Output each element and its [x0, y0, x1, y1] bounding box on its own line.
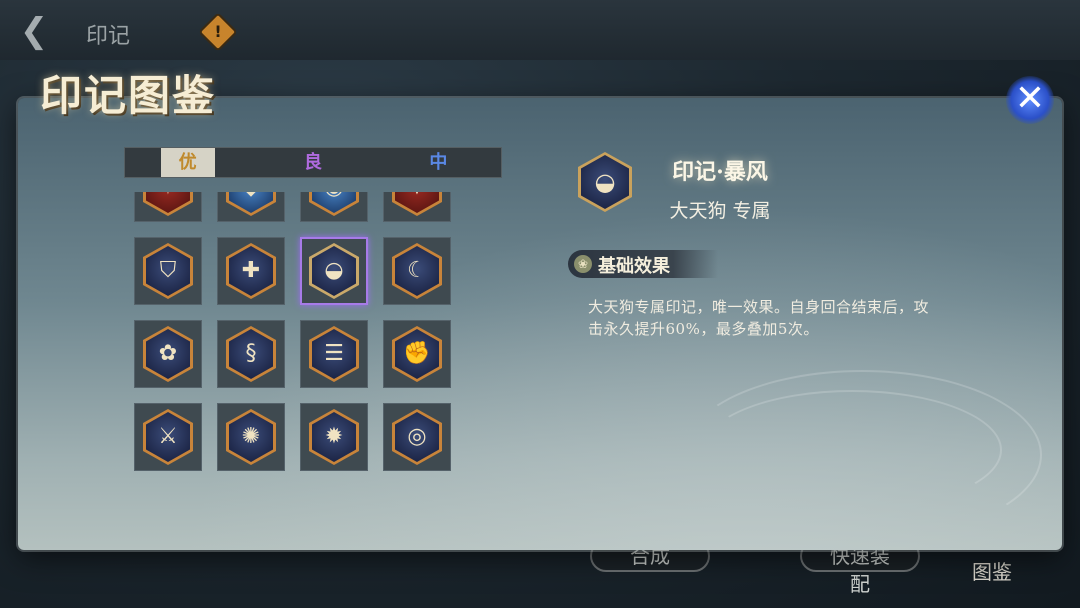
back-arrow-icon[interactable]: ❮ [10, 12, 58, 52]
mark-cell[interactable]: ✶ [134, 192, 202, 222]
mark-cell[interactable]: ✸ [383, 192, 451, 222]
mark-owner: 大天狗 专属 [669, 200, 771, 222]
warning-glyph: ! [214, 22, 222, 41]
detail-icon-glyph: ◒ [581, 155, 629, 209]
mark-cell[interactable]: ⛉ [134, 237, 202, 305]
leaf-emblem-icon: ❀ [574, 255, 592, 273]
tab-liang-label: 良 [303, 152, 322, 173]
tab-you-label: 优 [160, 148, 215, 177]
mark-glyph: ✹ [312, 412, 356, 462]
close-icon[interactable]: ✕ [1006, 76, 1054, 124]
rarity-tabs: 优 良 中 [124, 147, 502, 178]
mark-cell[interactable]: ◎ [383, 403, 451, 471]
mark-name: 印记·暴风 [672, 159, 768, 185]
mark-cell[interactable]: § [217, 320, 285, 388]
water-orb-icon: ◉ [309, 192, 359, 216]
mark-glyph: ◉ [312, 192, 356, 213]
mark-cell[interactable]: ✹ [300, 403, 368, 471]
codex-button[interactable]: 图鉴 [972, 556, 1012, 585]
scroll-talisman-icon: ☰ [309, 326, 359, 382]
mark-glyph: ⚔ [146, 412, 190, 462]
mark-cell[interactable]: ☾ [383, 237, 451, 305]
mark-glyph: ◒ [312, 246, 356, 296]
mark-grid[interactable]: ✶ ◆ ◉ ✸ ⛉ ✚ ◒ ☾ ✿ § ☰ ✊ ⚔ ✺ ✹ ◎ [134, 192, 474, 482]
crescent-blade-icon: ☾ [392, 243, 442, 299]
modal-title: 印记图鉴 [40, 71, 217, 120]
section-header-basic-effect: ❀ 基础效果 [568, 250, 718, 278]
mark-glyph: ◎ [395, 412, 439, 462]
fan-storm-icon: ◒ [309, 243, 359, 299]
mark-glyph: ☾ [395, 246, 439, 296]
tab-zhong-label: 中 [429, 152, 448, 173]
decorative-swirl [702, 390, 1002, 510]
mark-glyph: ✿ [146, 329, 190, 379]
tab-liang[interactable]: 良 [250, 148, 375, 177]
mark-cell[interactable]: ✺ [217, 403, 285, 471]
mark-glyph: ◆ [229, 192, 273, 213]
flower-icon: ✿ [143, 326, 193, 382]
mark-cell[interactable]: ◒ [300, 237, 368, 305]
mark-glyph: § [229, 329, 273, 379]
effect-description: 大天狗专属印记，唯一效果。自身回合结束后，攻击永久提升60%，最多叠加5次。 [588, 298, 930, 338]
mark-glyph: ✚ [229, 246, 273, 296]
heart-heal-icon: ✚ [226, 243, 276, 299]
eye-orb-icon: ◎ [392, 409, 442, 465]
mark-cell[interactable]: ✚ [217, 237, 285, 305]
splash-icon: ✺ [226, 409, 276, 465]
mark-cell[interactable]: ✊ [383, 320, 451, 388]
mark-glyph: ✸ [395, 192, 439, 213]
tab-you[interactable]: 优 [125, 148, 250, 177]
mark-glyph: ⛉ [146, 246, 190, 296]
mark-cell[interactable]: ☰ [300, 320, 368, 388]
mark-glyph: ✊ [395, 329, 439, 379]
section-title: 基础效果 [598, 256, 670, 277]
mark-cell[interactable]: ◆ [217, 192, 285, 222]
mark-cell[interactable]: ✿ [134, 320, 202, 388]
page-title: 印记 [86, 24, 131, 49]
shield-icon: ⛉ [143, 243, 193, 299]
fire-mark-icon: ✶ [143, 192, 193, 216]
mark-cell[interactable]: ⚔ [134, 403, 202, 471]
mark-glyph: ☰ [312, 329, 356, 379]
mark-cell[interactable]: ◉ [300, 192, 368, 222]
tab-zhong[interactable]: 中 [376, 148, 501, 177]
warrior-sword-icon: ⚔ [143, 409, 193, 465]
mark-glyph: ✺ [229, 412, 273, 462]
mark-glyph: ✶ [146, 192, 190, 213]
flame-burst-icon: ✸ [392, 192, 442, 216]
top-bar [0, 0, 1080, 60]
wild-beast-icon: ✹ [309, 409, 359, 465]
flexed-arm-icon: ✊ [392, 326, 442, 382]
dragon-icon: § [226, 326, 276, 382]
shield-aura-icon: ◆ [226, 192, 276, 216]
